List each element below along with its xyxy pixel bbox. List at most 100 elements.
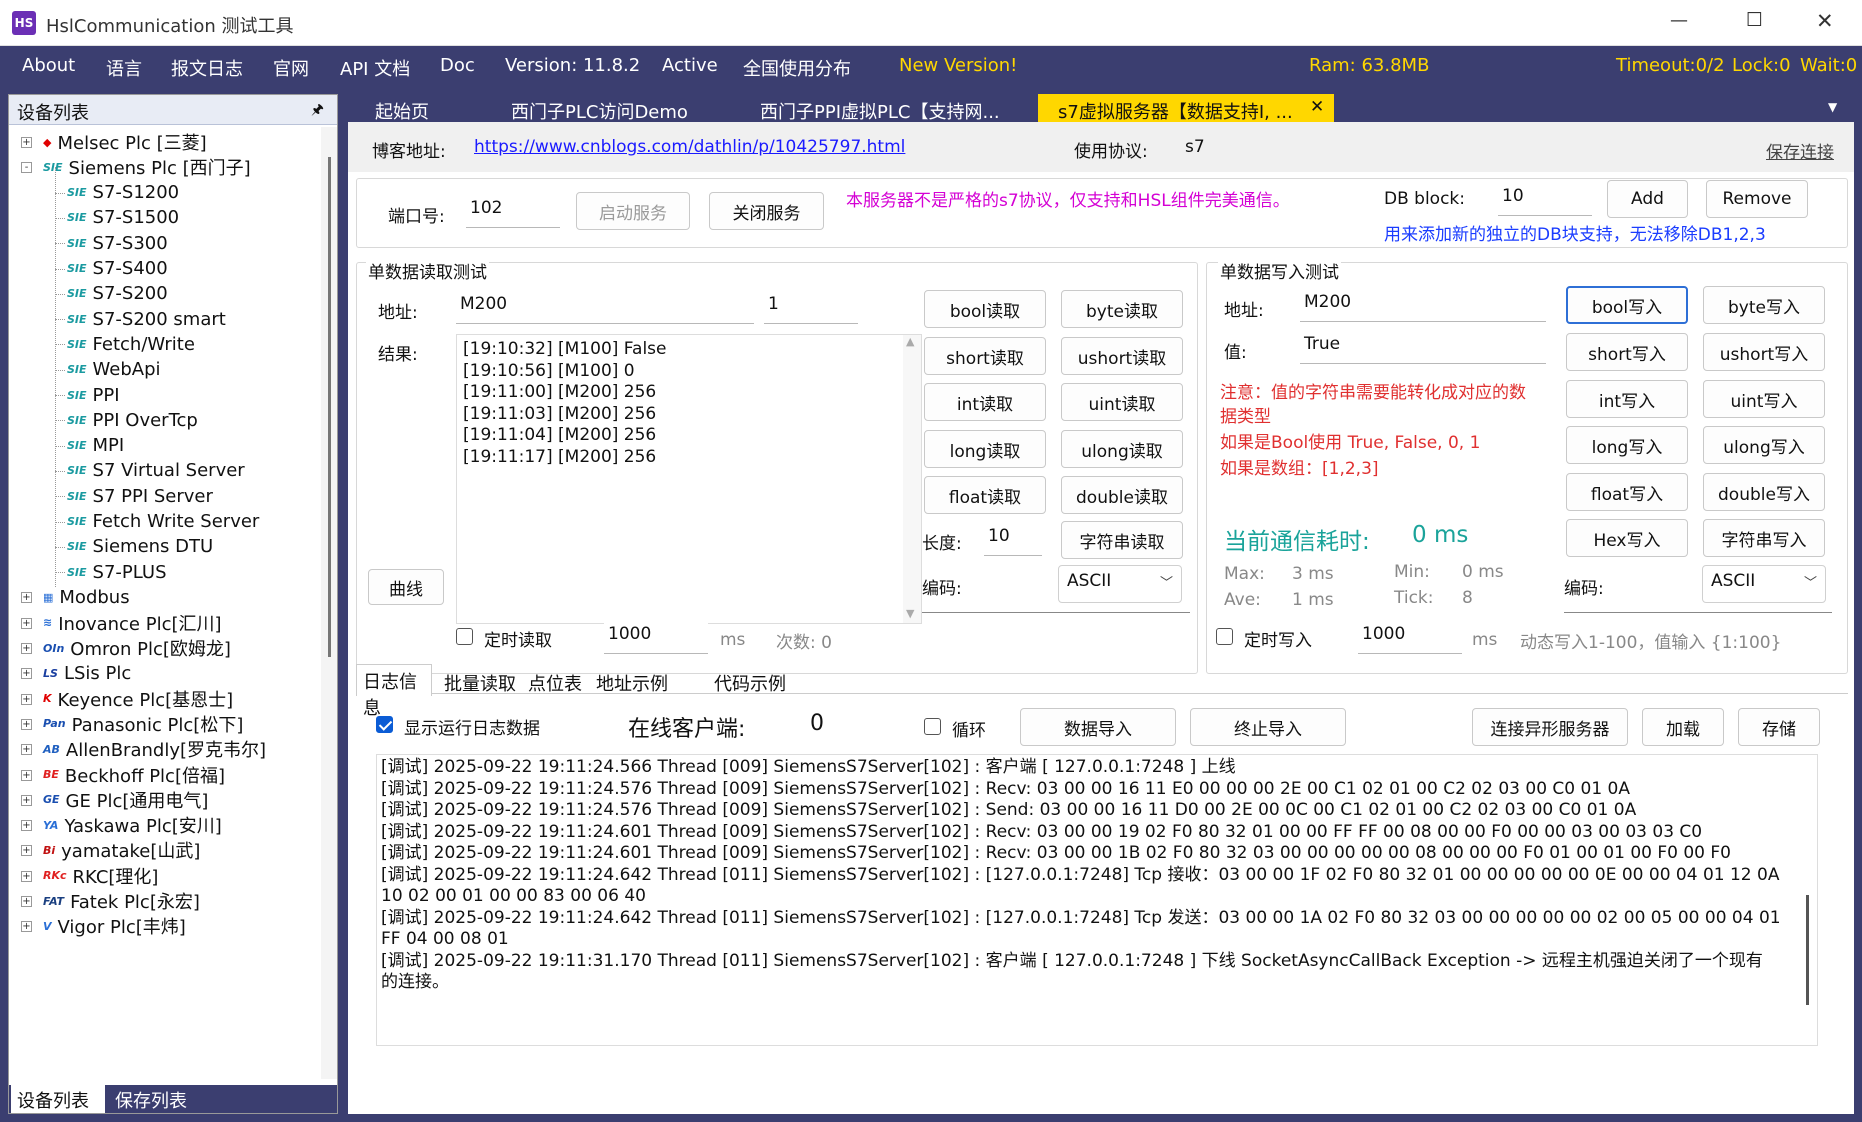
tree-item[interactable]: SIE S7-S200 — [67, 281, 168, 307]
log-scrollbar[interactable] — [1799, 755, 1817, 1045]
tree-item[interactable]: SIE MPI — [67, 433, 124, 459]
port-input[interactable]: 102 — [466, 194, 560, 228]
string-read-button[interactable]: 字符串读取 — [1061, 521, 1183, 559]
tab-s7-virtual-server[interactable]: s7虚拟服务器【数据支持I, ... ✕ — [1038, 94, 1334, 123]
tab-log[interactable]: 日志信息 — [356, 664, 432, 719]
load-button[interactable]: 加载 — [1642, 708, 1724, 746]
write-interval-input[interactable]: 1000 — [1358, 620, 1462, 654]
expand-icon[interactable]: + — [21, 820, 32, 832]
byte-read-button[interactable]: byte读取 — [1061, 290, 1183, 328]
expand-icon[interactable]: + — [21, 794, 32, 806]
uint-read-button[interactable]: uint读取 — [1061, 383, 1183, 421]
ulong-write-button[interactable]: ulong写入 — [1703, 426, 1825, 464]
hex-write-button[interactable]: Hex写入 — [1566, 519, 1688, 557]
expand-icon[interactable]: + — [21, 693, 32, 705]
expand-icon[interactable]: + — [21, 921, 32, 933]
expand-icon[interactable]: + — [21, 744, 32, 756]
tree-scrollbar[interactable] — [321, 127, 337, 1079]
expand-icon[interactable]: + — [21, 896, 32, 907]
add-db-button[interactable]: Add — [1607, 180, 1688, 218]
connect-alien-server-button[interactable]: 连接异形服务器 — [1472, 708, 1628, 746]
scroll-up-icon[interactable]: ▲ — [906, 335, 914, 348]
tab-batch-read[interactable]: 批量读取 — [444, 670, 516, 696]
bool-read-button[interactable]: bool读取 — [924, 290, 1046, 328]
menu-api-docs[interactable]: API 文档 — [340, 55, 410, 81]
tree-item[interactable]: SIE Siemens DTU — [67, 534, 213, 560]
expand-icon[interactable]: + — [21, 643, 32, 654]
tree-item[interactable]: SIE S7 PPI Server — [67, 483, 213, 509]
tab-code-examples[interactable]: 代码示例 — [714, 670, 786, 696]
tab-point-table[interactable]: 点位表 — [528, 670, 582, 696]
save-button[interactable]: 存储 — [1738, 708, 1820, 746]
write-value-input[interactable]: True — [1300, 330, 1546, 364]
bool-write-button[interactable]: bool写入 — [1566, 286, 1688, 324]
tree-item[interactable]: SIE PPI OverTcp — [67, 407, 198, 433]
curve-button[interactable]: 曲线 — [368, 569, 444, 605]
sidebar-tab-saved[interactable]: 保存列表 — [109, 1085, 209, 1113]
menu-new-version[interactable]: New Version! — [899, 55, 1017, 76]
tree-item[interactable]: SIE Fetch Write Server — [67, 509, 259, 535]
tree-item[interactable]: FAT Fatek Plc[永宏] — [43, 888, 200, 914]
menu-language[interactable]: 语言 — [106, 55, 142, 81]
long-read-button[interactable]: long读取 — [924, 430, 1046, 468]
tree-item[interactable]: SIE S7-S1200 — [67, 180, 179, 206]
blog-link[interactable]: https://www.cnblogs.com/dathlin/p/104257… — [474, 137, 905, 157]
tree-item[interactable]: Pan Panasonic Plc[松下] — [43, 711, 243, 737]
expand-icon[interactable]: + — [21, 668, 32, 680]
scroll-down-icon[interactable]: ▼ — [906, 607, 914, 620]
tab-start-page[interactable]: 起始页 — [375, 98, 429, 124]
read-length-input[interactable]: 10 — [984, 522, 1042, 556]
tree-item[interactable]: OIn Omron Plc[欧姆龙] — [43, 635, 231, 661]
collapse-icon[interactable]: - — [21, 162, 32, 174]
remove-db-button[interactable]: Remove — [1706, 180, 1808, 218]
log-scrollbar-thumb[interactable] — [1806, 895, 1809, 1005]
tree-scrollbar-thumb[interactable] — [328, 157, 331, 657]
tree-item[interactable]: LS LSis Plc — [43, 660, 131, 686]
tree-item[interactable]: SIE S7 Virtual Server — [67, 458, 245, 484]
tab-siemens-ppi[interactable]: 西门子PPI虚拟PLC【支持网... — [760, 98, 1000, 124]
read-interval-input[interactable]: 1000 — [604, 620, 708, 654]
minimize-icon[interactable]: — — [1670, 10, 1688, 31]
result-scrollbar[interactable]: ▲ ▼ — [903, 335, 921, 623]
expand-icon[interactable]: + — [21, 137, 32, 148]
sidebar-tab-devices[interactable]: 设备列表 — [11, 1085, 105, 1113]
stop-import-button[interactable]: 终止导入 — [1190, 708, 1346, 746]
read-address-input[interactable]: M200 — [456, 290, 754, 324]
string-write-button[interactable]: 字符串写入 — [1703, 519, 1825, 557]
tree-item[interactable]: SIE Fetch/Write — [67, 331, 195, 357]
long-write-button[interactable]: long写入 — [1566, 426, 1688, 464]
tree-item[interactable]: SIE PPI — [67, 382, 120, 408]
tree-item[interactable]: SIE WebApi — [67, 357, 161, 383]
db-block-input[interactable]: 10 — [1498, 182, 1592, 216]
write-encoding-select[interactable]: ASCII ﹀ — [1702, 565, 1826, 603]
tree-item[interactable]: RKc RKC[理化] — [43, 863, 158, 889]
loop-checkbox[interactable] — [924, 718, 941, 735]
timed-write-checkbox[interactable] — [1216, 628, 1233, 645]
double-read-button[interactable]: double读取 — [1061, 476, 1183, 514]
ulong-read-button[interactable]: ulong读取 — [1061, 430, 1183, 468]
tree-item[interactable]: SIE S7-S1500 — [67, 205, 179, 231]
pin-icon[interactable]: 🖈 — [311, 99, 324, 123]
menu-active[interactable]: Active — [662, 55, 718, 76]
tree-item[interactable]: YA Yaskawa Plc[安川] — [43, 812, 222, 838]
timed-read-checkbox[interactable] — [456, 628, 473, 645]
tree-item[interactable]: ▦ Modbus — [43, 584, 130, 610]
float-write-button[interactable]: float写入 — [1566, 473, 1688, 511]
tree-item[interactable]: BE Beckhoff Plc[倍福] — [43, 762, 225, 788]
int-write-button[interactable]: int写入 — [1566, 380, 1688, 418]
tree-item[interactable]: SIE Siemens Plc [西门子] — [43, 154, 251, 180]
data-import-button[interactable]: 数据导入 — [1020, 708, 1176, 746]
byte-write-button[interactable]: byte写入 — [1703, 286, 1825, 324]
tree-item[interactable]: SIE S7-S400 — [67, 256, 168, 282]
tree-item[interactable]: V Vigor Plc[丰炜] — [43, 913, 186, 939]
tab-close-icon[interactable]: ✕ — [1310, 97, 1324, 117]
int-read-button[interactable]: int读取 — [924, 383, 1046, 421]
double-write-button[interactable]: double写入 — [1703, 473, 1825, 511]
menu-website[interactable]: 官网 — [273, 55, 309, 81]
maximize-icon[interactable]: ☐ — [1746, 9, 1763, 31]
expand-icon[interactable]: + — [21, 870, 32, 882]
float-read-button[interactable]: float读取 — [924, 476, 1046, 514]
menu-message-log[interactable]: 报文日志 — [171, 55, 243, 81]
expand-icon[interactable]: + — [21, 718, 32, 730]
expand-icon[interactable]: + — [21, 617, 32, 629]
